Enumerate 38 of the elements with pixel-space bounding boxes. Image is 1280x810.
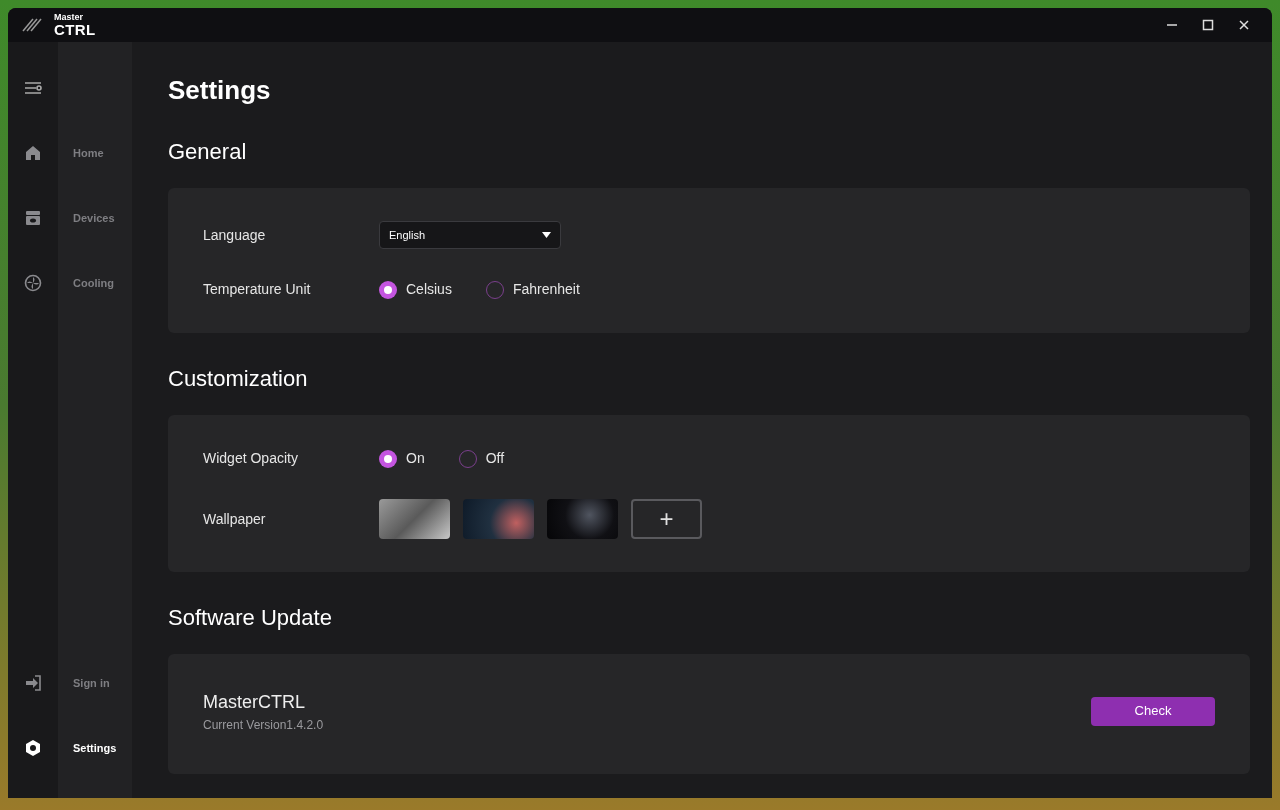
setting-label: Widget Opacity (203, 449, 299, 468)
section-heading: Customization (168, 365, 309, 393)
nav-item[interactable]: Sign in (73, 673, 132, 693)
app-name: MasterCTRL (203, 690, 306, 714)
setting-label: Wallpaper (203, 509, 267, 529)
home-icon[interactable] (23, 143, 43, 163)
radio-label: On (406, 449, 425, 468)
nav-item[interactable]: Devices (73, 208, 132, 228)
logo-text: CTRL (54, 22, 96, 37)
sign-in-icon[interactable] (23, 673, 43, 693)
nav-item[interactable]: Home (73, 143, 132, 163)
settings-icon[interactable] (23, 738, 43, 758)
section-heading: General (168, 138, 248, 166)
radio-label: Off (485, 449, 505, 468)
version-text: Current Version1.4.2.0 (203, 716, 324, 734)
nav-item[interactable]: Cooling (73, 273, 132, 293)
radio-button[interactable] (379, 449, 397, 468)
caret-icon (542, 232, 551, 238)
radio-label: Celsius (406, 280, 452, 299)
section-heading: Software Update (168, 604, 333, 632)
maximize-icon[interactable] (1202, 19, 1214, 31)
setting-label: Language (203, 225, 267, 245)
add-wallpaper-button[interactable]: + (631, 499, 702, 539)
close-icon[interactable] (1238, 19, 1250, 31)
page-title: Settings (168, 74, 272, 107)
wallpaper-thumbnail[interactable] (463, 499, 534, 539)
check-button[interactable]: Check (1091, 696, 1215, 726)
language-dropdown[interactable]: English (379, 221, 561, 249)
logo-text: Master (54, 13, 84, 22)
radio-label: Fahrenheit (512, 280, 580, 299)
device-icon[interactable] (23, 208, 43, 228)
nav-item[interactable]: Settings (73, 738, 132, 758)
logo-icon (20, 17, 42, 33)
wallpaper-thumbnail[interactable] (379, 499, 450, 539)
radio-button[interactable] (379, 280, 397, 299)
setting-label: Temperature Unit (203, 280, 312, 299)
fan-icon[interactable] (23, 273, 43, 293)
wallpaper-thumbnail[interactable] (547, 499, 618, 539)
